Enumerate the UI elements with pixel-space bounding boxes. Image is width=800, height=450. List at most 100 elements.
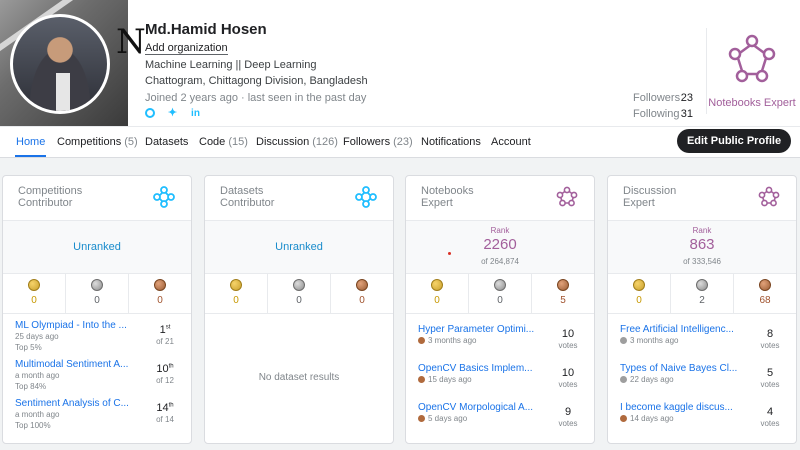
profile-tabs: Home Competitions (5) Datasets Code (15)… bbox=[0, 126, 800, 158]
votes-label: votes bbox=[760, 419, 780, 428]
bronze-count: 0 bbox=[157, 295, 163, 306]
silver-medal-icon bbox=[620, 376, 627, 383]
tab-notifications[interactable]: Notifications bbox=[421, 136, 481, 148]
item-votes: 9 bbox=[564, 406, 572, 418]
bronze-medal-icon bbox=[620, 415, 627, 422]
item-title[interactable]: OpenCV Basics Implem... bbox=[418, 363, 540, 374]
bronze-count: 68 bbox=[759, 295, 771, 306]
rank-value: 2260 bbox=[483, 236, 517, 253]
card-tier: Contributor bbox=[220, 197, 275, 209]
expert-icon bbox=[758, 186, 780, 207]
tab-label: Discussion bbox=[256, 136, 310, 148]
cover-letter: N bbox=[116, 22, 146, 62]
item-meta: 15 days ago bbox=[418, 375, 472, 384]
silver-medal-icon bbox=[620, 337, 627, 344]
list-item[interactable]: OpenCV Basics Implem... 15 days ago 10 vo… bbox=[418, 363, 586, 399]
tier-badge[interactable]: Notebooks Expert bbox=[706, 28, 796, 114]
item-votes: 10 bbox=[561, 367, 575, 379]
item-votes: 5 bbox=[766, 367, 774, 379]
list-item[interactable]: I become kaggle discus... 14 days ago 4v… bbox=[620, 402, 788, 438]
avatar[interactable] bbox=[10, 14, 110, 114]
item-time: a month ago bbox=[15, 371, 60, 380]
list-item[interactable]: Multimodal Sentiment A... a month ago To… bbox=[15, 359, 183, 395]
gold-medal-icon bbox=[633, 279, 645, 291]
edit-public-profile-button[interactable]: Edit Public Profile bbox=[677, 129, 791, 153]
gold-medal-icon bbox=[28, 279, 40, 291]
item-title[interactable]: Multimodal Sentiment A... bbox=[15, 359, 137, 370]
gold-count: 0 bbox=[31, 295, 37, 306]
discussion-card: Discussion Expert Rank 863 of 333,546 0 2… bbox=[607, 175, 797, 444]
rank-total: of 333,546 bbox=[683, 257, 721, 266]
item-title[interactable]: I become kaggle discus... bbox=[620, 402, 742, 413]
card-title-line: Discussion bbox=[623, 185, 677, 197]
tab-competitions[interactable]: Competitions (5) bbox=[57, 136, 138, 148]
list-item[interactable]: Types of Naive Bayes Cl... 22 days ago 5… bbox=[620, 363, 788, 399]
list-item[interactable]: Hyper Parameter Optimi... 3 months ago 1… bbox=[418, 324, 586, 360]
item-time: 3 months ago bbox=[630, 336, 679, 345]
item-meta: 3 months ago bbox=[418, 336, 476, 345]
tab-label: Account bbox=[491, 136, 531, 148]
item-time: 14 days ago bbox=[630, 414, 674, 423]
tier-badge-label: Notebooks Expert bbox=[708, 97, 796, 109]
votes-label: votes bbox=[760, 341, 780, 350]
followers-count: 23 bbox=[680, 92, 693, 104]
github-icon[interactable] bbox=[145, 108, 155, 118]
item-meta: 22 days ago bbox=[620, 375, 674, 384]
item-meta: 3 months ago bbox=[620, 336, 678, 345]
bronze-count: 5 bbox=[560, 295, 566, 306]
item-title[interactable]: Types of Naive Bayes Cl... bbox=[620, 363, 742, 374]
following-label: Following bbox=[633, 108, 680, 120]
tab-label: Notifications bbox=[421, 136, 481, 148]
silver-medal-icon bbox=[91, 279, 103, 291]
rank-label: Rank bbox=[692, 226, 712, 235]
item-title[interactable]: Sentiment Analysis of C... bbox=[15, 398, 137, 409]
gold-medal-icon bbox=[230, 279, 242, 291]
tab-discussion[interactable]: Discussion (126) bbox=[256, 136, 338, 148]
item-title[interactable]: ML Olympiad - Into the ... bbox=[15, 320, 137, 331]
item-time: 22 days ago bbox=[630, 375, 674, 384]
unranked-label: Unranked bbox=[73, 241, 121, 253]
list-item[interactable]: OpenCV Morpological A... 5 days ago 9 vot… bbox=[418, 402, 586, 438]
silver-medal-icon bbox=[696, 279, 708, 291]
list-item[interactable]: Free Artificial Intelligenc... 3 months … bbox=[620, 324, 788, 360]
item-title[interactable]: Hyper Parameter Optimi... bbox=[418, 324, 540, 335]
item-time: 5 days ago bbox=[428, 414, 468, 423]
card-title: Discussion Expert bbox=[623, 185, 723, 209]
list-item[interactable]: Sentiment Analysis of C... a month ago T… bbox=[15, 398, 183, 434]
tab-label: Followers bbox=[343, 136, 391, 148]
tab-followers[interactable]: Followers (23) bbox=[343, 136, 413, 148]
competitions-card: Competitions Contributor Unranked 0 0 0 M… bbox=[2, 175, 192, 444]
item-votes: 10 bbox=[561, 328, 575, 340]
rank-area: Rank 2260 of 264,874 bbox=[406, 220, 594, 274]
item-title[interactable]: OpenCV Morpological A... bbox=[418, 402, 540, 413]
item-rank-suffix: th bbox=[168, 363, 174, 370]
followers-stat[interactable]: Followers 23 bbox=[633, 92, 693, 104]
card-tier: Expert bbox=[421, 197, 453, 209]
item-time: 15 days ago bbox=[428, 375, 472, 384]
card-title-line: Notebooks bbox=[421, 185, 474, 197]
item-meta: 14 days ago bbox=[620, 414, 674, 423]
following-stat[interactable]: Following 31 bbox=[633, 108, 693, 120]
card-title-line: Datasets bbox=[220, 185, 264, 197]
gold-count: 0 bbox=[233, 295, 239, 306]
tab-code[interactable]: Code (15) bbox=[199, 136, 248, 148]
silver-count: 2 bbox=[699, 295, 705, 306]
following-count: 31 bbox=[680, 108, 693, 120]
item-meta: 5 days ago bbox=[418, 414, 467, 423]
item-title[interactable]: Free Artificial Intelligenc... bbox=[620, 324, 742, 335]
item-of: of 12 bbox=[156, 376, 174, 385]
tab-home[interactable]: Home bbox=[14, 136, 47, 157]
card-title-line: Competitions bbox=[18, 185, 83, 197]
add-organization-link[interactable]: Add organization bbox=[145, 42, 228, 55]
item-percentile: Top 5% bbox=[15, 343, 42, 352]
card-tier: Contributor bbox=[18, 197, 73, 209]
twitter-icon[interactable]: ✦ bbox=[167, 108, 178, 119]
bronze-medal-icon bbox=[418, 376, 425, 383]
unranked-label: Unranked bbox=[275, 241, 323, 253]
tab-datasets[interactable]: Datasets bbox=[145, 136, 188, 148]
votes-label: votes bbox=[760, 380, 780, 389]
card-tier: Expert bbox=[623, 197, 655, 209]
list-item[interactable]: ML Olympiad - Into the ... 25 days ago T… bbox=[15, 320, 183, 356]
linkedin-icon[interactable]: in bbox=[190, 108, 201, 119]
tab-account[interactable]: Account bbox=[491, 136, 531, 148]
